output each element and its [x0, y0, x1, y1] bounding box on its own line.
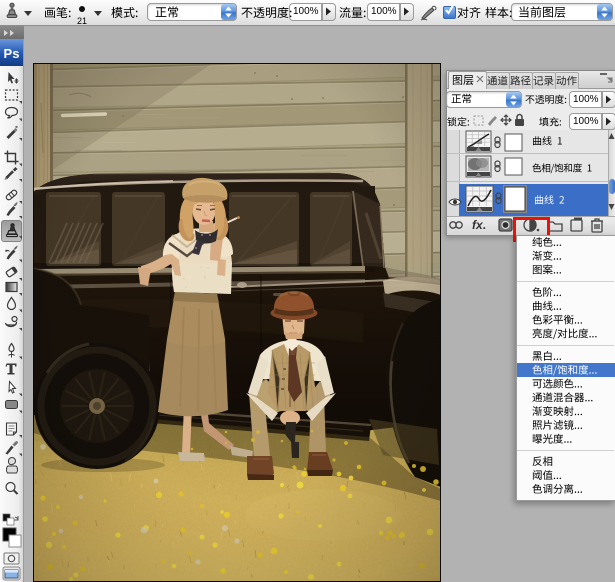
svg-text:Ps: Ps: [4, 46, 20, 61]
svg-text:21: 21: [77, 16, 87, 26]
